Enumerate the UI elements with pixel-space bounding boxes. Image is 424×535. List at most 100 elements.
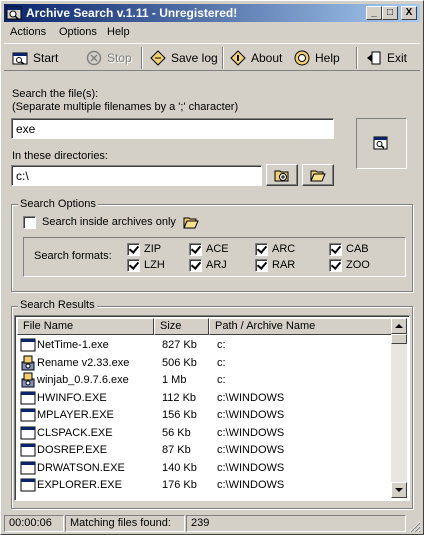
table-row[interactable]: Rename v2.33.exe 506 Kb c: [17,355,393,372]
status-matching-label: Matching files found: [65,515,185,532]
app-icon [6,6,22,20]
menu-options[interactable]: Options [59,26,97,38]
minimize-button[interactable]: _ [366,6,382,20]
format-label-arc[interactable]: ARC [272,243,295,255]
cell-size: 140 Kb [162,461,197,474]
file-name-input[interactable]: exe [11,118,334,139]
close-icon: X [405,7,413,18]
about-icon [230,50,246,66]
help-button[interactable]: Help [294,47,340,69]
table-row[interactable]: DOSREP.EXE 87 Kb c:\WINDOWS [17,442,393,459]
table-row[interactable]: winjab_0.9.7.6.exe 1 Mb c: [17,372,393,389]
column-header-size[interactable]: Size [154,318,209,335]
browse-directory-button[interactable] [302,164,334,186]
format-checkbox-ace[interactable] [189,243,202,256]
menu-actions[interactable]: Actions [10,26,46,38]
cell-path: c: [217,339,226,351]
cell-name: winjab_0.9.7.6.exe [37,374,129,386]
format-label-arj[interactable]: ARJ [206,259,227,271]
files-hint: (Separate multiple filenames by a ';' ch… [12,101,239,113]
stop-label: Stop [107,51,132,65]
resize-grip-icon[interactable] [407,519,421,533]
results-list[interactable]: File Name Size Path / Archive Name NetTi… [14,315,410,501]
table-row[interactable]: CLSPACK.EXE 56 Kb c:\WINDOWS [17,425,393,442]
cell-name: HWINFO.EXE [37,391,107,404]
cell-size: 87 Kb [162,444,191,456]
arrow-up-icon [395,324,403,328]
exit-icon [367,51,381,65]
vertical-scrollbar[interactable] [391,318,407,498]
maximize-button[interactable]: □ [382,6,398,20]
cell-name: NetTime-1.exe [37,339,109,351]
format-label-rar[interactable]: RAR [272,259,295,271]
folder-icon[interactable] [183,214,199,230]
directory-input[interactable]: c:\ [11,165,262,186]
cell-size: 56 Kb [162,426,191,439]
status-elapsed: 00:00:06 [4,515,64,532]
table-row[interactable]: HWINFO.EXE 112 Kb c:\WINDOWS [17,390,393,407]
window-exe-icon [20,443,36,457]
add-directory-button[interactable] [266,164,298,186]
format-label-zip[interactable]: ZIP [144,243,161,255]
table-row[interactable]: NetTime-1.exe 827 Kb c: [17,337,393,354]
format-label-ace[interactable]: ACE [206,243,229,255]
inside-archives-checkbox[interactable] [23,216,36,229]
cell-path: c:\WINDOWS [217,444,285,456]
table-row[interactable]: MPLAYER.EXE 156 Kb c:\WINDOWS [17,407,393,424]
start-button[interactable]: Start [12,47,58,69]
save-log-icon [150,50,166,66]
column-header-path[interactable]: Path / Archive Name [209,318,393,335]
toolbar-separator [141,47,143,69]
format-label-zoo[interactable]: ZOO [346,259,370,271]
about-button[interactable]: About [230,47,282,69]
status-matching-count: 239 [186,515,406,532]
open-folder-icon [310,170,326,182]
close-button[interactable]: X [401,6,417,20]
scroll-up-button[interactable] [391,318,407,334]
stop-icon [86,50,102,66]
maximize-icon: □ [386,7,394,18]
toolbar-separator [356,47,358,69]
cell-path: c:\WINDOWS [217,461,285,474]
column-header-file-name[interactable]: File Name [17,318,154,335]
search-results-title: Search Results [18,299,97,311]
stop-button[interactable]: Stop [86,47,132,69]
window-exe-icon [20,478,36,492]
format-label-lzh[interactable]: LZH [144,259,165,271]
scroll-down-button[interactable] [391,482,407,498]
cell-size: 112 Kb [162,391,197,404]
save-log-button[interactable]: Save log [150,47,218,69]
format-checkbox-zip[interactable] [127,243,140,256]
formats-label: Search formats: [34,250,112,262]
format-checkbox-arc[interactable] [255,243,268,256]
cell-size: 156 Kb [162,409,197,421]
save-log-label: Save log [171,51,218,65]
format-checkbox-cab[interactable] [329,243,342,256]
exit-label: Exit [387,51,408,65]
cell-path: c:\WINDOWS [217,409,285,421]
help-icon [294,50,310,66]
add-folder-icon [274,170,289,182]
search-options-title: Search Options [18,198,98,210]
scroll-thumb[interactable] [391,334,407,344]
menu-help[interactable]: Help [107,26,130,38]
exit-button[interactable]: Exit [366,47,407,69]
cell-name: CLSPACK.EXE [37,426,113,439]
format-label-cab[interactable]: CAB [346,243,369,255]
files-label: Search the file(s): [12,88,99,100]
format-checkbox-lzh[interactable] [127,259,140,272]
about-label: About [251,51,283,65]
inside-archives-label[interactable]: Search inside archives only [42,216,176,228]
title-bar[interactable]: Archive Search v.1.11 - Unregistered! _ … [4,4,420,22]
minimize-icon: _ [371,7,377,18]
cell-path: c:\WINDOWS [217,426,285,439]
installer-icon [21,372,35,388]
format-checkbox-rar[interactable] [255,259,268,272]
cell-size: 1 Mb [162,374,187,386]
table-row[interactable]: DRWATSON.EXE 140 Kb c:\WINDOWS [17,460,393,477]
table-row[interactable]: EXPLORER.EXE 176 Kb c:\WINDOWS [17,477,393,494]
window-title: Archive Search v.1.11 - Unregistered! [26,6,238,20]
format-checkbox-arj[interactable] [189,259,202,272]
format-checkbox-zoo[interactable] [329,259,342,272]
arrow-down-icon [395,488,403,492]
